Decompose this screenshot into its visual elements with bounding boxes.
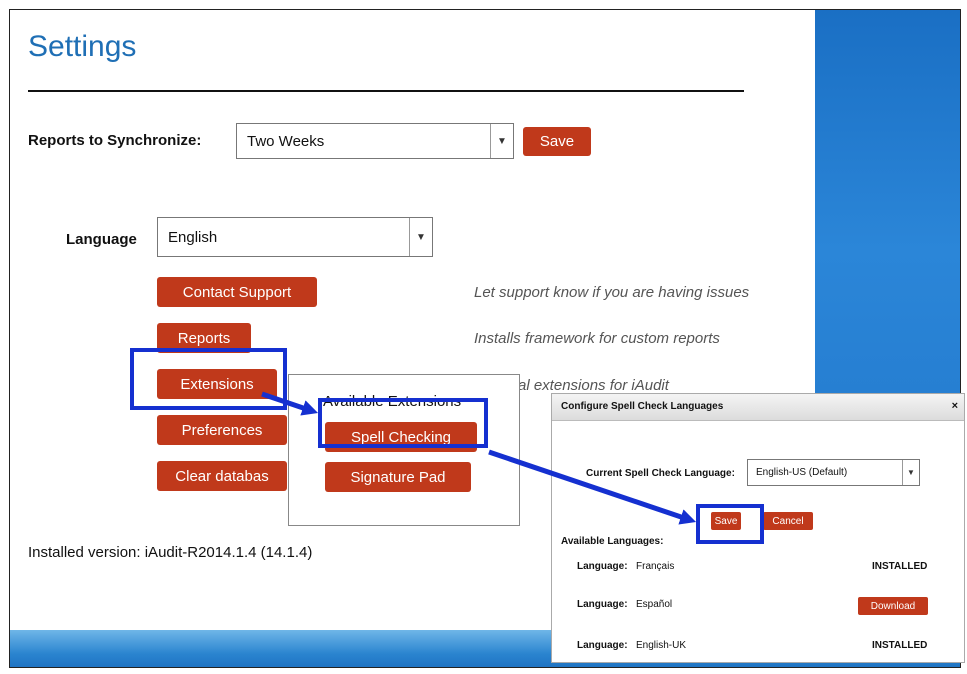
annotation-arrows [261, 391, 697, 525]
annotation-arrow [488, 449, 697, 525]
annotation-arrow [261, 391, 319, 416]
